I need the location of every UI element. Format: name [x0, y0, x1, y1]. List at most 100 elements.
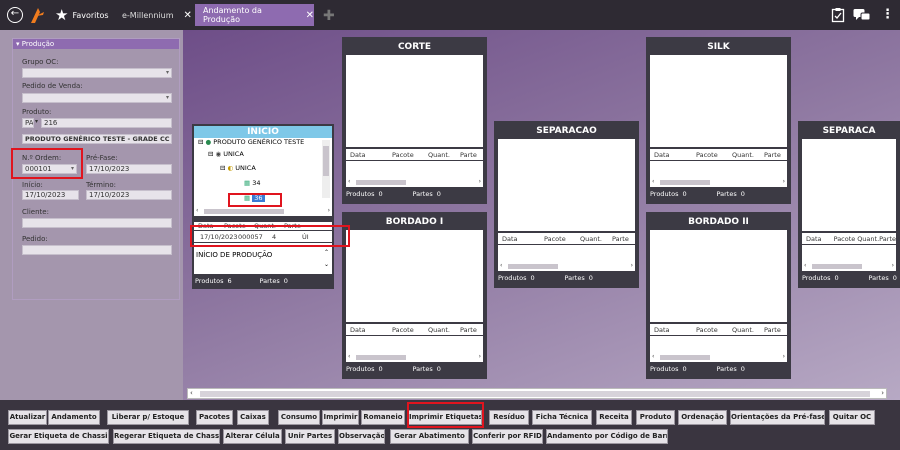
chevron-left-icon[interactable]: ‹ [652, 178, 654, 185]
toolbar-button[interactable]: Receita [596, 410, 632, 425]
col-parte: Parte [460, 325, 477, 334]
more-options-icon[interactable]: ⋮ [881, 7, 894, 22]
cliente-field[interactable] [22, 218, 172, 228]
stage-card[interactable]: BORDADO I Data Pacote Quant. Parte ‹ › P… [342, 212, 487, 379]
chevron-right-icon[interactable]: › [892, 262, 894, 269]
toolbar-button[interactable]: Caixas [237, 410, 269, 425]
produto-prefix-field[interactable]: PA [22, 118, 34, 128]
chevron-right-icon[interactable]: › [631, 262, 633, 269]
tab-andamento-producao[interactable]: Andamento da Produção ✕ [195, 4, 314, 26]
produtos-count: 6 [227, 277, 232, 285]
add-tab-icon[interactable]: ✚ [323, 8, 335, 24]
pedido-label: Pedido: [22, 235, 48, 243]
grupo-oc-select[interactable]: ▾ [22, 68, 172, 78]
toolbar-button[interactable]: Gerar Etiqueta de Chassi [8, 429, 109, 444]
chevron-down-icon[interactable]: ⌄ [324, 261, 329, 268]
chevron-right-icon[interactable]: › [881, 389, 884, 397]
pre-fase-field[interactable]: 17/10/2023 [86, 164, 172, 174]
toolbar-button[interactable]: Conferir por RFID [472, 429, 543, 444]
stage-grid-area [498, 139, 635, 231]
chevron-left-icon[interactable]: ‹ [190, 389, 193, 397]
toolbar-button[interactable]: Quitar OC [829, 410, 875, 425]
grid-hscroll[interactable]: ‹ › [346, 353, 483, 362]
close-icon[interactable]: ✕ [306, 10, 314, 21]
back-icon[interactable]: ← [7, 7, 23, 23]
grid-header: Data Pacote Quant. Parte [650, 324, 787, 335]
chevron-right-icon[interactable]: › [479, 353, 481, 360]
toolbar-button[interactable]: Alterar Célula [223, 429, 282, 444]
col-quant: Quant. [732, 325, 754, 334]
chat-icon[interactable] [853, 7, 871, 23]
chevron-right-icon[interactable]: › [479, 178, 481, 185]
toolbar-button[interactable]: Atualizar [8, 410, 47, 425]
produtos-label: Produtos [650, 190, 679, 198]
chevron-right-icon[interactable]: › [328, 207, 330, 214]
chevron-left-icon[interactable]: ‹ [804, 262, 806, 269]
chevron-left-icon[interactable]: ‹ [652, 353, 654, 360]
tree-node[interactable]: ⊟ ● PRODUTO GENÉRICO TESTE [198, 138, 304, 146]
chevron-left-icon[interactable]: ‹ [500, 262, 502, 269]
grid-hscroll[interactable]: ‹ › [802, 262, 896, 271]
stage-card[interactable]: SILK Data Pacote Quant. Parte ‹ › Produt… [646, 37, 791, 204]
favorites-button[interactable]: ★ Favoritos [55, 6, 109, 24]
chevron-right-icon[interactable]: › [783, 353, 785, 360]
toolbar-button[interactable]: Resíduo [489, 410, 529, 425]
partes-count: 0 [436, 190, 441, 198]
board-hscroll[interactable]: ‹ › [187, 388, 887, 399]
stage-card[interactable]: SEPARACA Data Pacote Quant. Parte ‹ › Pr… [798, 121, 900, 288]
stage-card[interactable]: CORTE Data Pacote Quant. Parte ‹ › Produ… [342, 37, 487, 204]
toolbar-button[interactable]: Produto [636, 410, 675, 425]
toolbar-button[interactable]: Romaneio [361, 410, 405, 425]
chevron-down-icon: ▾ [165, 94, 169, 101]
chevron-right-icon[interactable]: › [783, 178, 785, 185]
toolbar-button[interactable]: Unir Partes [285, 429, 335, 444]
toolbar-button[interactable]: Ficha Técnica [532, 410, 592, 425]
grid-hscroll[interactable]: ‹ › [650, 178, 787, 187]
chevron-up-icon[interactable]: ⌃ [324, 249, 329, 256]
chevron-left-icon[interactable]: ‹ [348, 353, 350, 360]
stage-title: SEPARACA [822, 126, 876, 136]
inicio-field[interactable]: 17/10/2023 [22, 190, 79, 200]
toolbar-button[interactable]: Andamento [48, 410, 100, 425]
tree-node[interactable]: ⊟ ◐ UNICA [220, 164, 256, 172]
tab-emillennium[interactable]: e-Millennium ✕ [114, 4, 192, 26]
grid-rows [346, 161, 483, 178]
tree-node-label: 34 [252, 179, 261, 187]
tree-hscroll[interactable]: ‹ › [194, 207, 332, 216]
close-icon[interactable]: ✕ [184, 10, 192, 21]
chevron-left-icon[interactable]: ‹ [196, 207, 198, 214]
stage-card[interactable]: BORDADO II Data Pacote Quant. Parte ‹ › … [646, 212, 791, 379]
produto-code-field[interactable]: 216 [41, 118, 172, 128]
pre-fase-label: Pré-Fase: [86, 154, 118, 162]
clipboard-icon[interactable] [831, 7, 845, 23]
col-quant: Quant. [428, 150, 450, 159]
chevron-left-icon[interactable]: ‹ [348, 178, 350, 185]
toolbar-button[interactable]: Regerar Etiqueta de Chassi [113, 429, 220, 444]
grid-hscroll[interactable]: ‹ › [650, 353, 787, 362]
toolbar-button[interactable]: Observação [338, 429, 385, 444]
toolbar-button[interactable]: Gerar Abatimento [390, 429, 469, 444]
grid-hscroll[interactable]: ‹ › [498, 262, 635, 271]
toolbar-button[interactable]: Pacotes [196, 410, 233, 425]
toolbar-button[interactable]: Liberar p/ Estoque [107, 410, 189, 425]
stage-title: SEPARACAO [536, 126, 597, 136]
stage-card[interactable]: SEPARACAO Data Pacote Quant. Parte ‹ › P… [494, 121, 639, 288]
toolbar-button[interactable]: Orientações da Pré-fase [730, 410, 825, 425]
tree-vscroll[interactable] [322, 140, 330, 198]
tree-node[interactable]: ▦ 34 [244, 179, 261, 187]
favorites-label: Favoritos [72, 10, 109, 20]
pedido-field[interactable] [22, 245, 172, 255]
toolbar-button[interactable]: Ordenação [678, 410, 727, 425]
section-header[interactable]: ▾ Produção [13, 39, 179, 49]
dropdown-icon[interactable]: ▾ [35, 118, 38, 125]
grupo-oc-label: Grupo OC: [22, 58, 59, 66]
pedido-venda-select[interactable]: ▾ [22, 93, 172, 103]
grid-hscroll[interactable]: ‹ › [346, 178, 483, 187]
toolbar-button[interactable]: Andamento por Código de Barra [546, 429, 668, 444]
produtos-count: 0 [682, 365, 687, 373]
termino-field[interactable]: 17/10/2023 [86, 190, 172, 200]
produto-name-select[interactable]: PRODUTO GENÉRICO TESTE - GRADE CC [22, 134, 172, 144]
tree-node[interactable]: ⊟ ◉ UNICA [208, 150, 244, 158]
toolbar-button[interactable]: Consumo [278, 410, 320, 425]
toolbar-button[interactable]: Imprimir [322, 410, 359, 425]
